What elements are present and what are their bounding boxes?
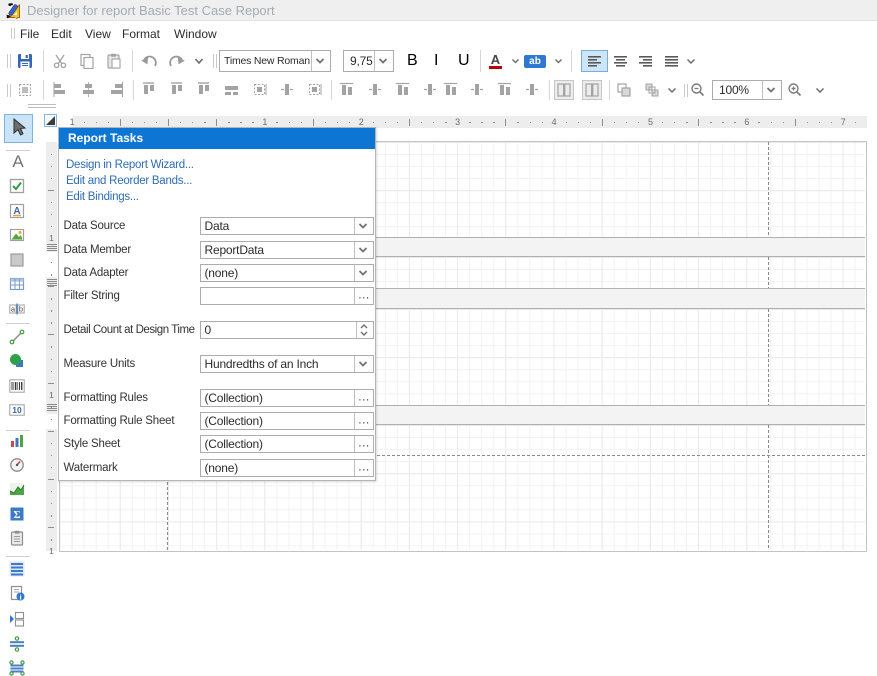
svg-text:b: b [19, 305, 23, 314]
svg-text:i: i [19, 592, 21, 601]
svg-text:Σ: Σ [13, 509, 20, 521]
svg-text:10: 10 [12, 405, 22, 415]
